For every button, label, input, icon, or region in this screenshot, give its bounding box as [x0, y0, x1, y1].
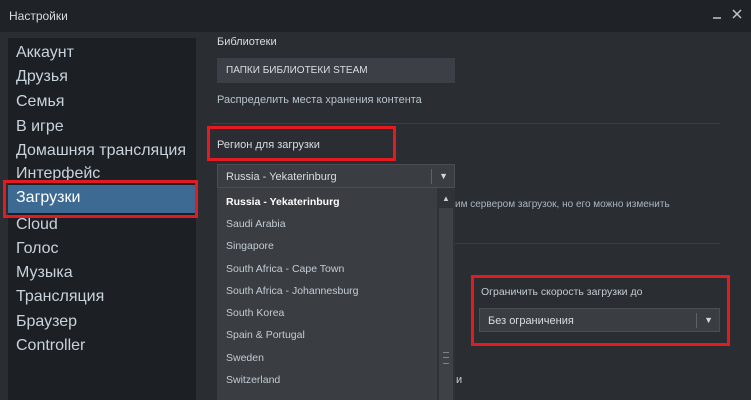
- highlight-region: [207, 126, 396, 161]
- dropdown-scrollbar[interactable]: ▲: [437, 188, 455, 400]
- sidebar-item-controller[interactable]: Controller: [16, 337, 85, 355]
- list-item[interactable]: South Africa - Cape Town: [226, 263, 344, 275]
- close-icon: [732, 9, 742, 19]
- sidebar-item-friends[interactable]: Друзья: [16, 68, 68, 86]
- settings-sidebar: Аккаунт Друзья Семья В игре Домашняя тра…: [8, 38, 196, 400]
- chevron-down-icon: ▼: [704, 315, 713, 325]
- bandwidth-select-value: Без ограничения: [488, 315, 574, 327]
- region-select[interactable]: Russia - Yekaterinburg ▼: [217, 164, 455, 188]
- partial-text: и: [456, 374, 463, 386]
- sidebar-item-broadcasting[interactable]: Трансляция: [16, 288, 104, 306]
- section-divider-right: [455, 243, 720, 244]
- title-bar: Настройки: [0, 0, 751, 32]
- steam-library-folders-button[interactable]: ПАПКИ БИБЛИОТЕКИ STEAM: [217, 58, 455, 83]
- libraries-heading: Библиотеки: [217, 36, 277, 48]
- sidebar-item-account[interactable]: Аккаунт: [16, 44, 74, 62]
- list-item[interactable]: Sweden: [226, 352, 264, 364]
- list-item[interactable]: Singapore: [226, 240, 274, 252]
- list-item[interactable]: Saudi Arabia: [226, 218, 286, 230]
- section-divider: [212, 123, 720, 124]
- chevron-down-icon: ▼: [439, 171, 448, 181]
- highlight-downloads: [3, 180, 198, 218]
- list-item[interactable]: Spain & Portugal: [226, 329, 305, 341]
- region-select-separator: [431, 169, 432, 184]
- list-item[interactable]: South Korea: [226, 307, 284, 319]
- sidebar-item-in-game[interactable]: В игре: [16, 118, 64, 136]
- sidebar-item-music[interactable]: Музыка: [16, 264, 73, 282]
- scroll-up-icon[interactable]: ▲: [439, 192, 453, 206]
- region-select-value: Russia - Yekaterinburg: [226, 171, 337, 183]
- sidebar-item-browser[interactable]: Браузер: [16, 313, 77, 331]
- region-note: им сервером загрузок, но его можно измен…: [455, 199, 670, 210]
- bandwidth-select[interactable]: Без ограничения ▼: [479, 308, 720, 332]
- sidebar-item-cloud[interactable]: Cloud: [16, 216, 58, 234]
- list-item[interactable]: Russia - Yekaterinburg: [226, 196, 340, 208]
- scrollbar-thumb[interactable]: [439, 208, 453, 400]
- list-item[interactable]: South Africa - Johannesburg: [226, 285, 359, 297]
- libraries-description: Распределить места хранения контента: [217, 94, 422, 106]
- steam-library-folders-label: ПАПКИ БИБЛИОТЕКИ STEAM: [226, 65, 368, 76]
- minimize-icon: [713, 17, 721, 19]
- bandwidth-select-separator: [696, 313, 697, 328]
- sidebar-item-family[interactable]: Семья: [16, 93, 64, 111]
- list-item[interactable]: Switzerland: [226, 374, 280, 386]
- region-dropdown-list: Russia - Yekaterinburg Saudi Arabia Sing…: [217, 188, 455, 400]
- bandwidth-label: Ограничить скорость загрузки до: [481, 286, 643, 298]
- sidebar-item-home-streaming[interactable]: Домашняя трансляция: [16, 142, 186, 160]
- sidebar-item-voice[interactable]: Голос: [16, 240, 59, 258]
- grip-icon: [443, 352, 449, 364]
- minimize-button[interactable]: [709, 6, 725, 22]
- window-title: Настройки: [9, 9, 68, 23]
- close-button[interactable]: [729, 6, 745, 22]
